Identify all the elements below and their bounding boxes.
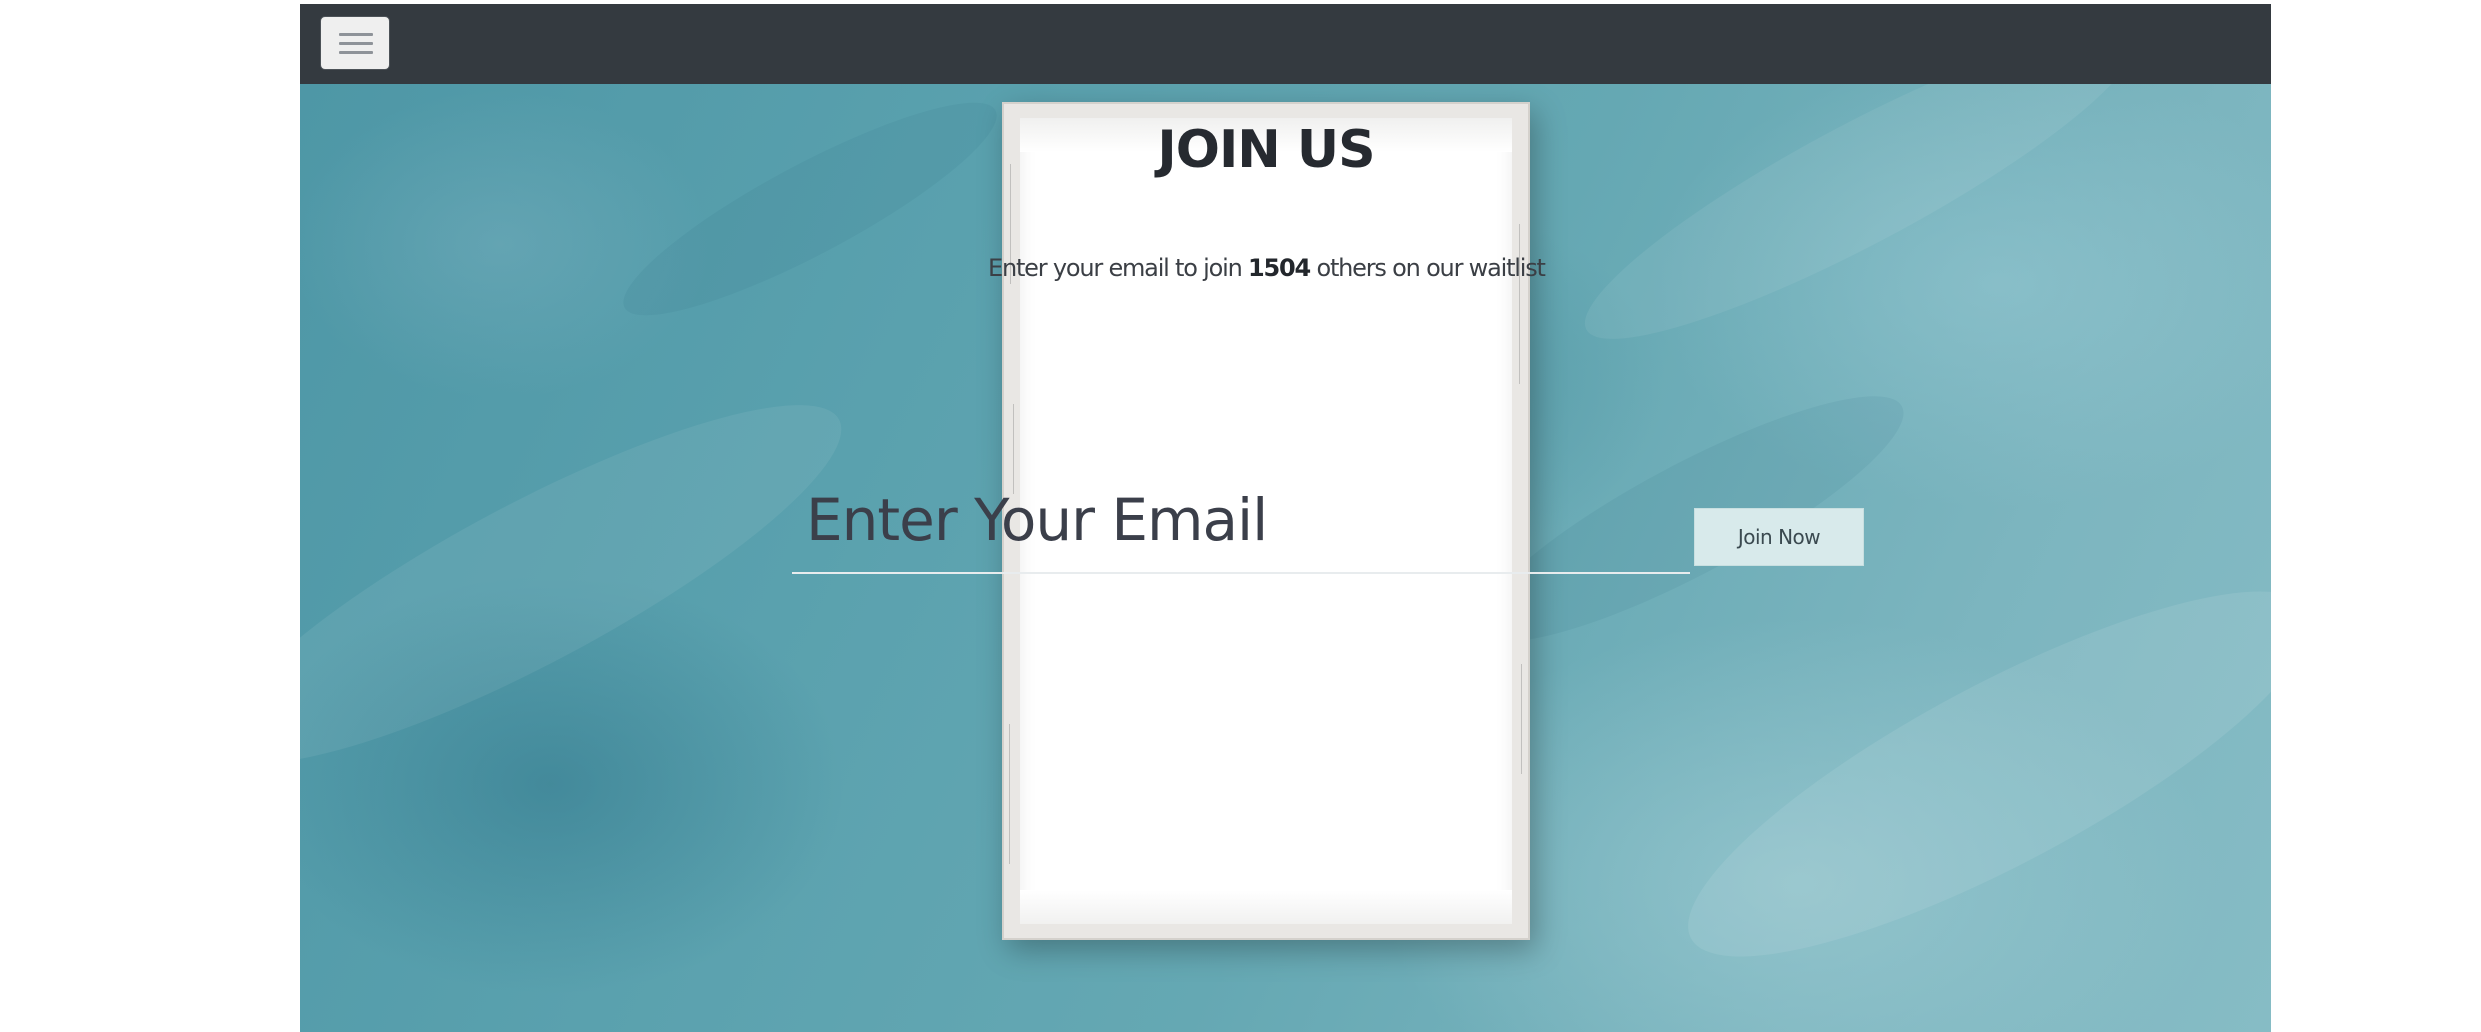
join-now-button[interactable]: Join Now — [1694, 508, 1864, 566]
subtitle-suffix: others on our waitlist — [1310, 254, 1545, 282]
subtitle-prefix: Enter your email to join — [988, 254, 1249, 282]
email-input[interactable] — [792, 468, 1690, 574]
waitlist-subtitle: Enter your email to join 1504 others on … — [988, 252, 1546, 284]
top-navbar — [300, 4, 2271, 84]
waitlist-count: 1504 — [1248, 254, 1311, 282]
page-title: JOIN US — [1157, 120, 1375, 180]
navbar-toggler-button[interactable] — [320, 16, 390, 70]
waitlist-hero-section: JOIN US Enter your email to join 1504 ot… — [300, 84, 2271, 1032]
browser-viewport: JOIN US Enter your email to join 1504 ot… — [300, 4, 2271, 1032]
